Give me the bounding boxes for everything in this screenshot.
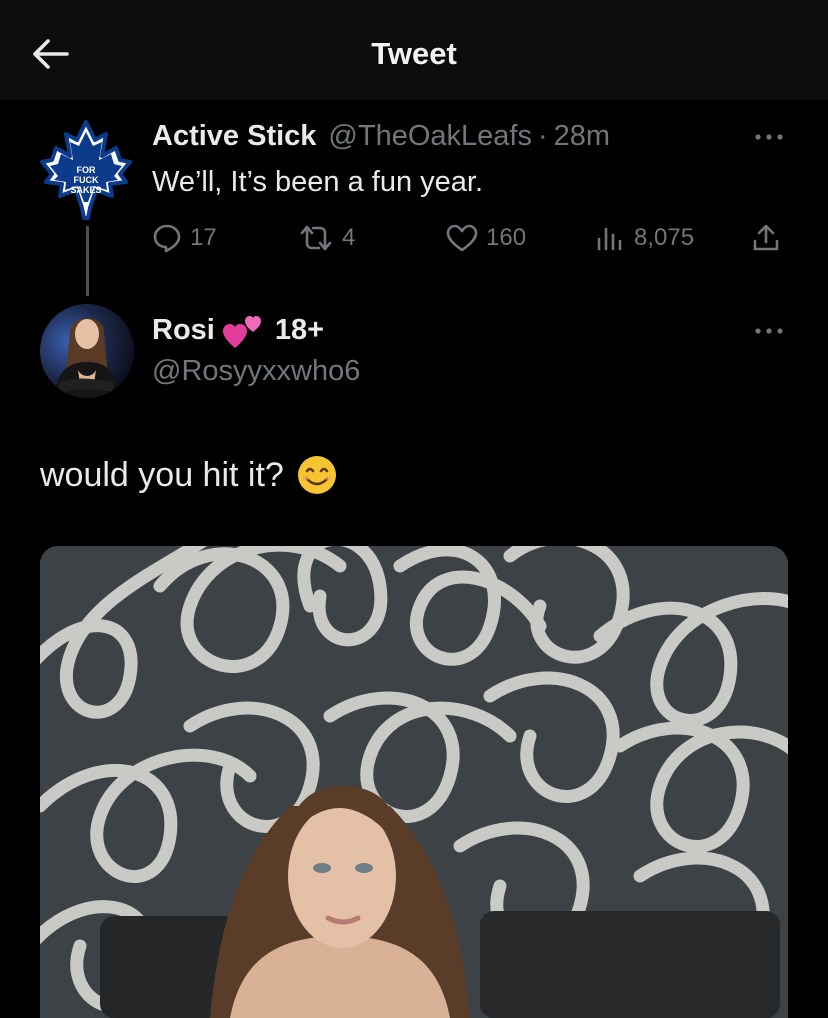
reply-tweet-text-row: would you hit it? (40, 454, 338, 496)
share-button[interactable] (750, 220, 782, 256)
reply-tweet-name-row: Rosi 18+ (152, 310, 324, 350)
reply-tweet-text: would you hit it? (40, 455, 284, 494)
reply-tweet-avatar[interactable] (40, 304, 134, 398)
smiling-face-emoji-icon (297, 456, 336, 494)
view-count: 8,075 (634, 224, 695, 251)
thread-connector-line (86, 226, 89, 296)
reply-icon (153, 224, 181, 253)
more-dots-icon (755, 328, 783, 334)
views-chart-icon (597, 227, 622, 251)
two-hearts-emoji-icon (222, 316, 261, 348)
profile-photo (40, 304, 134, 398)
reply-button[interactable]: 17 (152, 220, 217, 256)
page-title: Tweet (371, 36, 457, 71)
retweet-icon (300, 225, 332, 251)
parent-more-button[interactable] (750, 122, 790, 152)
avatar-text-3: SAKES (70, 185, 101, 195)
photo-image (40, 546, 788, 1018)
parent-tweet-text: We’ll, It’s been a fun year. (152, 166, 484, 198)
reply-more-button[interactable] (750, 316, 790, 346)
top-navigation-bar: Tweet (0, 0, 828, 100)
views-button[interactable]: 8,075 (594, 220, 694, 256)
parent-display-name[interactable]: Active Stick (152, 120, 316, 153)
avatar-text-2: FUCK (74, 175, 99, 185)
share-icon (753, 224, 779, 251)
reply-count: 17 (190, 224, 217, 251)
parent-tweet-avatar[interactable]: FOR FUCK SAKES (40, 120, 132, 220)
more-dots-icon (755, 134, 783, 140)
parent-tweet-header: Active Stick @TheOakLeafs · 28m (152, 120, 610, 158)
parent-timestamp[interactable]: 28m (554, 120, 610, 153)
reply-display-name[interactable]: Rosi (152, 314, 215, 347)
like-count: 160 (486, 224, 527, 251)
avatar-text-1: FOR (77, 165, 96, 175)
heart-icon (446, 224, 478, 252)
reply-handle[interactable]: @Rosyyxxwho6 (152, 355, 360, 388)
parent-handle[interactable]: @TheOakLeafs (328, 120, 532, 153)
retweet-button[interactable]: 4 (298, 220, 355, 256)
maple-leaf-logo: FOR FUCK SAKES (40, 120, 132, 220)
header-separator: · (537, 120, 548, 152)
age-tag: 18+ (274, 313, 325, 346)
like-button[interactable]: 160 (446, 220, 526, 256)
retweet-count: 4 (342, 224, 356, 251)
tweet-media-photo[interactable] (40, 546, 788, 1018)
